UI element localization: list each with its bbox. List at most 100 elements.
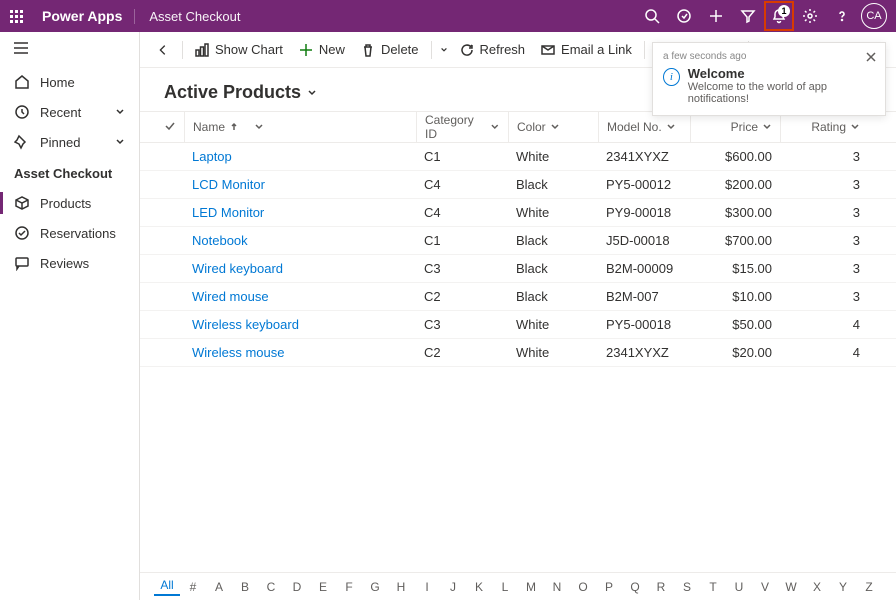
chevron-down-icon [307, 88, 317, 98]
close-icon[interactable] [865, 51, 877, 66]
alpha-filter[interactable]: G [362, 580, 388, 594]
alpha-filter[interactable]: F [336, 580, 362, 594]
chart-icon [195, 43, 209, 57]
table-row[interactable]: Wired mouseC2BlackB2M-007$10.003 [140, 283, 896, 311]
product-link[interactable]: Laptop [184, 149, 416, 164]
table-row[interactable]: LED MonitorC4WhitePY9-00018$300.003 [140, 199, 896, 227]
content-area: Show Chart New Delete Refresh Email a Li… [140, 32, 896, 600]
sidebar-item-recent[interactable]: Recent [0, 97, 139, 127]
sidebar-item-reviews[interactable]: Reviews [0, 248, 139, 278]
show-chart-button[interactable]: Show Chart [187, 34, 291, 66]
app-launcher-icon[interactable] [0, 0, 32, 32]
sidebar-label: Reviews [40, 256, 89, 271]
package-icon [14, 195, 30, 211]
alpha-filter[interactable]: Y [830, 580, 856, 594]
header-bar: Power Apps Asset Checkout 1 CA [0, 0, 896, 32]
alpha-filter[interactable]: P [596, 580, 622, 594]
avatar[interactable]: CA [861, 3, 887, 29]
chat-icon [14, 255, 30, 271]
app-name: Power Apps [32, 8, 132, 24]
table-row[interactable]: NotebookC1BlackJ5D-00018$700.003 [140, 227, 896, 255]
alpha-filter[interactable]: U [726, 580, 752, 594]
product-link[interactable]: Wired mouse [184, 289, 416, 304]
col-header-name[interactable]: Name [184, 112, 416, 142]
alpha-filter[interactable]: S [674, 580, 700, 594]
select-all-checkbox[interactable] [164, 120, 184, 135]
alpha-filter[interactable]: J [440, 580, 466, 594]
email-link-button[interactable]: Email a Link [533, 34, 640, 66]
settings-icon[interactable] [794, 0, 826, 32]
alpha-filter[interactable]: Q [622, 580, 648, 594]
alpha-filter[interactable]: W [778, 580, 804, 594]
alpha-filter[interactable]: # [180, 580, 206, 594]
sidebar-label: Products [40, 196, 91, 211]
alpha-filter[interactable]: B [232, 580, 258, 594]
app-subtitle: Asset Checkout [134, 9, 240, 24]
grid: Name Category ID Color Model No. Price R… [140, 111, 896, 572]
toast-message: Welcome to the world of app notification… [688, 81, 875, 105]
alpha-filter[interactable]: D [284, 580, 310, 594]
refresh-icon [460, 43, 474, 57]
table-row[interactable]: Wireless mouseC2White2341XYXZ$20.004 [140, 339, 896, 367]
mail-icon [541, 43, 555, 57]
notifications-button-highlighted[interactable]: 1 [764, 1, 794, 31]
delete-split-chev[interactable] [436, 45, 452, 55]
alpha-filter[interactable]: T [700, 580, 726, 594]
sidebar-group-header: Asset Checkout [0, 157, 139, 188]
product-link[interactable]: Notebook [184, 233, 416, 248]
add-icon[interactable] [700, 0, 732, 32]
check-circle-icon [14, 225, 30, 241]
filter-icon[interactable] [732, 0, 764, 32]
sidebar-item-pinned[interactable]: Pinned [0, 127, 139, 157]
col-header-color[interactable]: Color [508, 112, 598, 142]
col-header-model[interactable]: Model No. [598, 112, 690, 142]
product-link[interactable]: Wired keyboard [184, 261, 416, 276]
chevron-down-icon [115, 105, 125, 120]
alpha-filter[interactable]: R [648, 580, 674, 594]
notification-badge: 1 [778, 5, 790, 17]
alpha-filter[interactable]: L [492, 580, 518, 594]
help-icon[interactable] [826, 0, 858, 32]
product-link[interactable]: Wireless keyboard [184, 317, 416, 332]
alpha-filter[interactable]: A [206, 580, 232, 594]
search-icon[interactable] [636, 0, 668, 32]
alpha-filter[interactable]: O [570, 580, 596, 594]
alpha-filter[interactable]: X [804, 580, 830, 594]
assistant-icon[interactable] [668, 0, 700, 32]
back-button[interactable] [148, 34, 178, 66]
hamburger-icon[interactable] [0, 32, 139, 67]
alpha-filter[interactable]: Z [856, 580, 882, 594]
alpha-filter[interactable]: C [258, 580, 284, 594]
refresh-button[interactable]: Refresh [452, 34, 534, 66]
sidebar-item-home[interactable]: Home [0, 67, 139, 97]
product-link[interactable]: LCD Monitor [184, 177, 416, 192]
plus-icon [299, 43, 313, 57]
table-row[interactable]: Wired keyboardC3BlackB2M-00009$15.003 [140, 255, 896, 283]
alpha-filter[interactable]: I [414, 580, 440, 594]
table-row[interactable]: LaptopC1White2341XYXZ$600.003 [140, 143, 896, 171]
table-row[interactable]: LCD MonitorC4BlackPY5-00012$200.003 [140, 171, 896, 199]
product-link[interactable]: Wireless mouse [184, 345, 416, 360]
delete-button[interactable]: Delete [353, 34, 427, 66]
sidebar-label: Reservations [40, 226, 116, 241]
col-header-category[interactable]: Category ID [416, 112, 508, 142]
col-header-rating[interactable]: Rating [780, 112, 868, 142]
alpha-filter[interactable]: N [544, 580, 570, 594]
sidebar-label: Home [40, 75, 75, 90]
alpha-filter[interactable]: E [310, 580, 336, 594]
alpha-filter[interactable]: K [466, 580, 492, 594]
pin-icon [14, 134, 30, 150]
product-link[interactable]: LED Monitor [184, 205, 416, 220]
table-row[interactable]: Wireless keyboardC3WhitePY5-00018$50.004 [140, 311, 896, 339]
alpha-filter[interactable]: V [752, 580, 778, 594]
alpha-filter[interactable]: M [518, 580, 544, 594]
new-button[interactable]: New [291, 34, 353, 66]
alpha-filter[interactable]: All [154, 578, 180, 596]
sidebar-item-reservations[interactable]: Reservations [0, 218, 139, 248]
home-icon [14, 74, 30, 90]
clock-icon [14, 104, 30, 120]
sidebar-label: Recent [40, 105, 81, 120]
alpha-filter[interactable]: H [388, 580, 414, 594]
col-header-price[interactable]: Price [690, 112, 780, 142]
sidebar-item-products[interactable]: Products [0, 188, 139, 218]
